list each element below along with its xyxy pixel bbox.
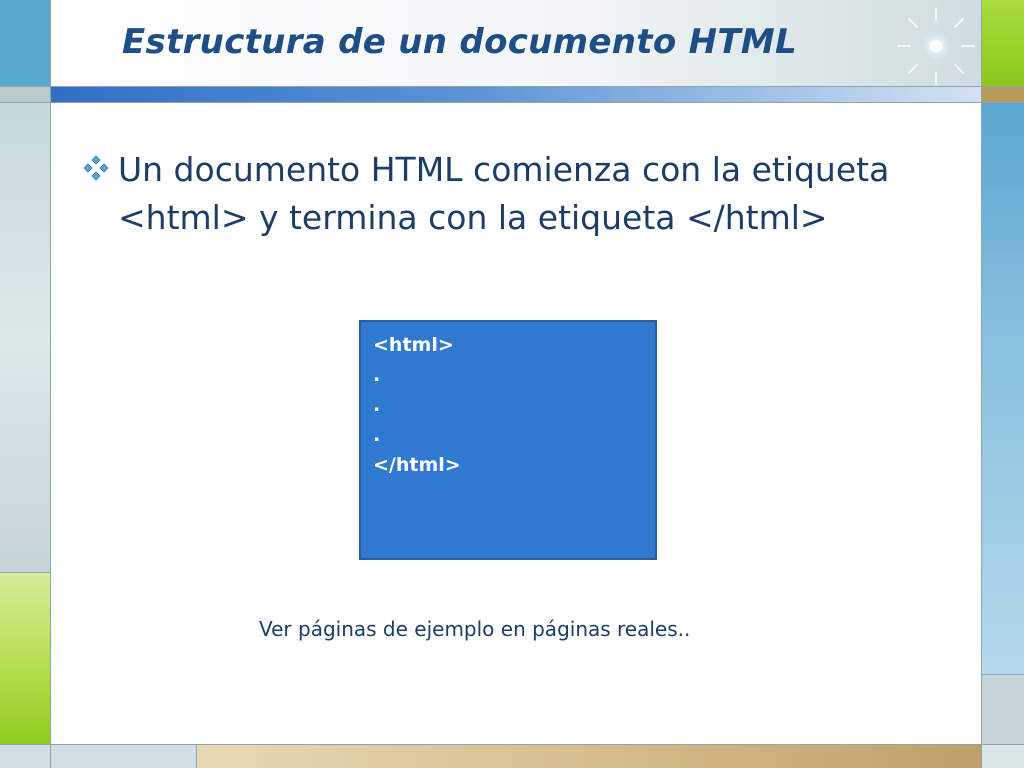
right-strip-band (982, 86, 1024, 102)
code-line-dot: . (373, 424, 381, 446)
code-line-open-tag: <html> (373, 334, 454, 356)
frame-line-left (50, 0, 51, 768)
left-strip-bottom (0, 744, 50, 768)
diamond-bullet-icon (83, 155, 109, 181)
right-strip-green (982, 0, 1024, 86)
header-band (50, 86, 982, 102)
footer-band (196, 744, 982, 768)
left-strip-divider (0, 572, 50, 573)
header-line-top (0, 86, 1024, 87)
frame-line-right (981, 0, 982, 768)
footer-left-block (50, 744, 196, 768)
header-line-bottom (0, 102, 1024, 103)
left-strip-green (0, 572, 50, 744)
right-strip-bottom (982, 744, 1024, 768)
left-strip-top (0, 0, 50, 86)
example-note: Ver páginas de ejemplo en páginas reales… (259, 617, 691, 641)
code-line-dot: . (373, 394, 381, 416)
footer-line (0, 744, 1024, 745)
sparkle-icon (897, 7, 975, 85)
code-line-close-tag: </html> (373, 454, 461, 476)
html-structure-box: <html> . . . </html> (359, 320, 657, 560)
right-strip-blue (982, 102, 1024, 674)
code-line-dot: . (373, 364, 381, 386)
slide-title: Estructura de un documento HTML (122, 22, 797, 62)
right-strip-divider (982, 674, 1024, 675)
right-strip-gray (982, 674, 1024, 744)
footer-divider (196, 744, 197, 768)
left-strip-middle (0, 102, 50, 572)
left-strip-band (0, 86, 50, 102)
bullet-text: Un documento HTML comienza con la etique… (118, 150, 890, 237)
